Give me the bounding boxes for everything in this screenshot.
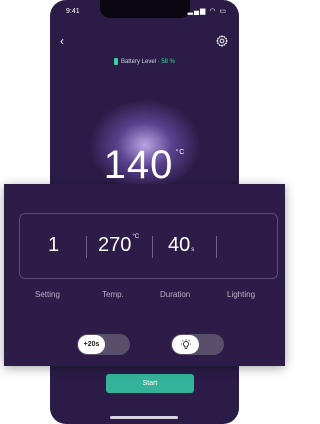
temperature-unit: °C [175, 149, 186, 156]
lightbulb-icon [180, 338, 191, 349]
start-button[interactable]: Start [106, 374, 194, 393]
light-toggle-knob [172, 335, 199, 354]
battery-icon [113, 58, 118, 65]
lighting-label: Lighting [227, 290, 256, 299]
divider [86, 236, 87, 258]
battery-level: Battery Level · 58 % [50, 58, 239, 65]
settings-card: 1 270°C 40s Setting Temp. Duration Light… [4, 184, 285, 366]
params-panel: 1 270°C 40s [19, 213, 278, 279]
current-temperature: 140 °C [50, 143, 239, 188]
lighting-wave-icon[interactable] [232, 234, 266, 258]
status-bar: 9:41 ▂▄▆ ◠ ▭ [50, 0, 239, 22]
boost-toggle[interactable]: +20s [77, 334, 130, 355]
temp-unit: °C [132, 234, 140, 240]
battery-label: Battery Level · [120, 59, 162, 66]
home-indicator [110, 416, 178, 419]
duration-number: 40 [168, 234, 191, 256]
battery-percent: 58 % [161, 59, 176, 66]
divider [152, 236, 153, 258]
duration-value[interactable]: 40s [168, 234, 194, 257]
light-toggle[interactable] [171, 334, 224, 355]
setting-label: Setting [35, 290, 60, 299]
temp-value[interactable]: 270°C [98, 234, 139, 257]
status-icons: ▂▄▆ ◠ ▭ [187, 8, 227, 15]
temperature-value: 140 [103, 143, 174, 187]
temp-label: Temp. [102, 290, 124, 299]
duration-unit: s [191, 247, 195, 253]
status-time: 9:41 [66, 8, 80, 15]
gear-icon[interactable] [215, 34, 229, 48]
notch [100, 0, 190, 18]
divider [216, 236, 217, 258]
temp-number: 270 [98, 234, 132, 256]
back-icon[interactable]: ‹ [60, 34, 64, 48]
boost-toggle-knob: +20s [78, 335, 105, 354]
duration-label: Duration [160, 290, 191, 299]
boost-label: +20s [83, 341, 100, 348]
setting-value[interactable]: 1 [48, 234, 59, 257]
